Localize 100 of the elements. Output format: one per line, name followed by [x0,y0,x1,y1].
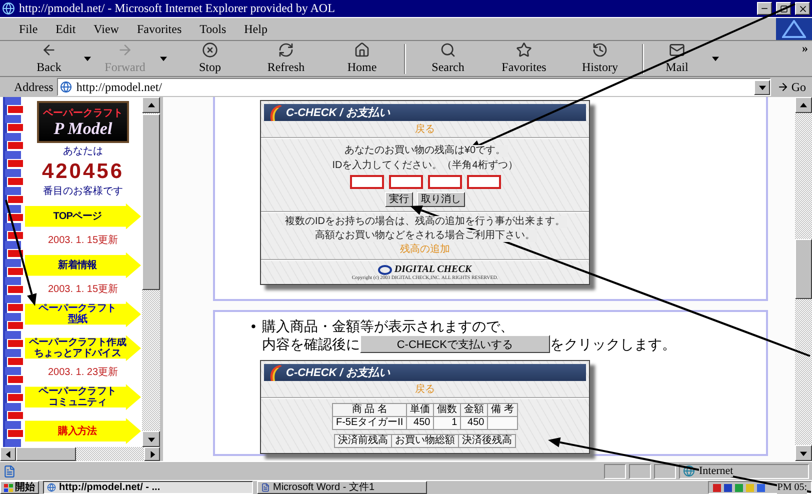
menu-item[interactable]: Edit [46,22,85,36]
toolbar-button[interactable]: Refresh [248,42,324,76]
scroll-down-button[interactable] [142,431,160,447]
nav-arrow-button[interactable]: 新着情報 [25,252,141,278]
nav-arrow-button[interactable]: TOPページ [25,203,141,230]
toolbar-button[interactable]: Favorites [486,42,562,76]
swoosh-logo-icon [268,104,282,120]
table-header: 商 品 名 [332,404,407,416]
table-cell: F-5EタイガーII [332,416,407,430]
pay-button[interactable]: C-CHECKで支払いする [360,335,550,353]
menu-item[interactable]: Help [235,22,276,36]
taskbar-button[interactable]: http://pmodel.net/ - ... [43,481,253,494]
address-field[interactable]: http://pmodel.net/ [57,78,772,96]
id-input-field[interactable] [350,175,384,189]
caret-icon [800,450,807,456]
toolbar-button[interactable]: Mail [648,42,706,76]
arrow-icon [148,450,156,458]
form-title: C-CHECK / お支払い [286,366,390,380]
scroll-left-button[interactable] [0,447,16,461]
menu-item[interactable]: Tools [190,22,236,36]
vertical-scrollbar[interactable] [795,97,812,461]
taskbar-button[interactable]: Microsoft Word - 文件1 [257,481,427,494]
scroll-thumb[interactable] [16,447,76,461]
id-input-field[interactable] [388,175,422,189]
table-header: お買い物総額 [392,434,458,448]
caret-icon [758,84,766,90]
scroll-right-button[interactable] [144,447,160,461]
balance-message: あなたのお買い物の残高は¥0です。 [342,145,508,157]
more-chevron[interactable]: » [802,41,808,56]
update-date: 2003. 1. 23更新 [48,367,118,380]
toolbar-button[interactable]: Stop [172,42,248,76]
note-text: 高額なお買い物などをされる場合ご利用下さい。 [313,230,537,242]
nav-arrow-button[interactable]: ペーパークラフト 型紙 [25,301,141,328]
browser-icon [47,483,56,492]
nav-arrow-button[interactable]: 購入方法 [25,418,141,444]
star-icon [516,42,532,58]
close-icon [798,4,808,14]
table-header: 決済前残高 [334,434,392,448]
start-button[interactable]: 開始 [0,481,39,494]
toolbar-button[interactable]: Back [20,42,78,76]
caret-icon [148,102,154,108]
swoosh-logo-icon [268,364,282,380]
nav-arrow-button[interactable]: ペーパークラフト作成 ちょっとアドバイス [25,335,141,362]
table-header: 金額 [460,404,488,416]
toolbar-button[interactable]: Search [410,42,486,76]
toolbar-button[interactable]: History [562,42,638,76]
instruction-text: 購入商品・金額等が表示されますので、 [262,317,515,335]
scroll-down-button[interactable] [795,445,812,461]
table-header: 決済後残高 [458,434,516,448]
id-input-field[interactable] [428,175,462,189]
globe-icon [683,465,695,477]
browser-icon [2,2,15,15]
counter-caption: 番目のお客様です [43,186,123,198]
minimize-button[interactable] [757,2,772,15]
toolbar-button[interactable]: Home [324,42,400,76]
history-icon [592,42,608,58]
scroll-thumb[interactable] [795,239,812,299]
status-pane [629,464,651,478]
go-button[interactable]: Go [775,78,808,96]
instruction-text: 内容を確認後に [262,335,360,353]
address-dropdown-button[interactable] [754,80,770,94]
caret-icon [160,55,166,62]
menu-item[interactable]: Favorites [128,22,191,36]
page-icon [3,464,16,478]
window-title: http://pmodel.net/ - Microsoft Internet Explorer provided by AOL [19,1,336,16]
menu-item[interactable]: View [84,22,128,36]
scroll-up-button[interactable] [142,97,160,113]
scroll-up-button[interactable] [795,97,812,113]
nav-arrow-button[interactable]: ペーパークラフト コミュニティ [25,384,141,410]
windows-flag-icon [4,484,13,492]
note-text: 複数のIDをお持ちの場合は、残高の追加を行う事が出来ます。 [283,216,567,228]
instruction-text: をクリックします。 [550,335,676,353]
page-icon [60,81,72,93]
caret-icon [800,102,807,108]
address-label: Address [14,80,54,94]
form-button[interactable]: 実行 [385,192,413,207]
mail-icon [669,42,685,58]
go-arrow-icon [777,81,790,93]
zone-label: Internet [699,465,734,477]
form-title: C-CHECK / お支払い [286,106,390,120]
caret-icon [712,55,718,62]
menu-item[interactable]: File [10,22,47,36]
horizontal-scrollbar[interactable] [0,447,160,461]
search-icon [440,42,456,58]
counter-caption: あなたは [63,146,103,158]
visitor-counter: 420456 [42,161,124,184]
close-button[interactable] [795,2,810,15]
vertical-scrollbar[interactable] [142,97,160,447]
id-prompt: IDを入力してください。（半角4桁ずつ） [332,160,518,172]
scroll-thumb[interactable] [142,114,160,290]
site-logo[interactable]: ペーパークラフト P Model [37,101,129,144]
update-date: 2003. 1. 15更新 [48,235,118,248]
form-button[interactable]: 取り消し [417,192,465,207]
table-header: 単価 [406,404,434,416]
id-input-field[interactable] [466,175,500,189]
stop-icon [202,42,218,58]
home-icon [354,42,370,58]
document-icon [261,483,270,492]
refresh-icon [278,42,294,58]
table-header: 備 考 [488,404,518,416]
